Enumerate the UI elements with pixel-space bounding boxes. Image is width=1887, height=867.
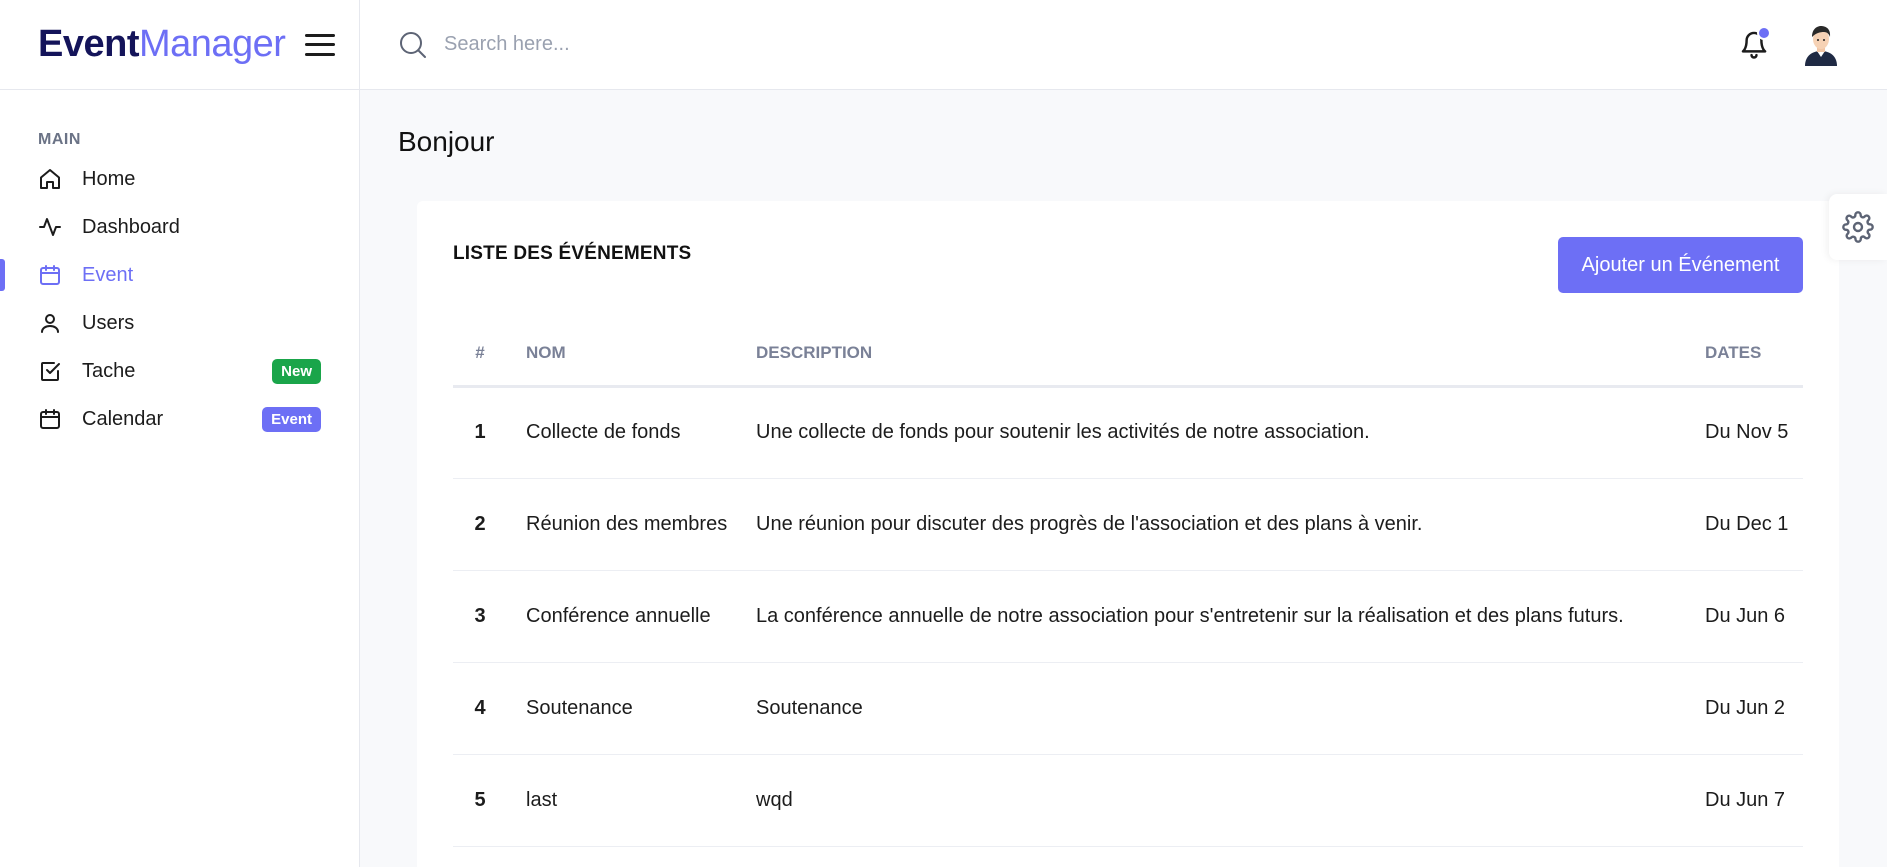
column-header-dates[interactable]: DATES [1705,321,1803,388]
sidebar-item-label: Dashboard [82,215,180,238]
brand-logo[interactable]: EventManager [38,23,286,66]
cell-number: 3 [453,570,507,663]
sidebar-item-label: Users [82,311,135,334]
column-header-description[interactable]: DESCRIPTION [756,321,1705,388]
user-icon [38,311,62,335]
cell-nom: Conférence annuelle [507,570,756,663]
cell-nom: last [507,754,756,847]
table-row[interactable]: 4 Soutenance Soutenance Du Jun 2 [453,662,1803,755]
cell-number: 4 [453,662,507,755]
cell-description: wqd [756,754,1705,847]
sidebar-item-label: Event [82,263,134,286]
sidebar-item-users[interactable]: Users [0,299,359,347]
cell-nom: Réunion des membres [507,478,756,571]
cell-dates: Du Jun 2 [1705,662,1803,755]
cell-description: Soutenance [756,662,1705,755]
sidebar-nav: Home Dashboard Event Users Tache New Cal… [0,155,359,443]
cell-description: La conférence annuelle de notre associat… [756,570,1705,663]
sidebar-item-tache[interactable]: Tache New [0,347,359,395]
events-card: LISTE DES ÉVÉNEMENTS Ajouter un Événemen… [417,201,1839,867]
table-row[interactable]: 5 last wqd Du Jun 7 [453,754,1803,847]
notification-dot [1757,26,1771,40]
home-icon [38,167,62,191]
brand: EventManager [0,0,359,90]
calendar-icon [38,263,62,287]
search-icon[interactable] [398,30,428,60]
cell-number: 5 [453,754,507,847]
top-bar [360,0,1887,90]
cell-nom: Soutenance [507,662,756,755]
page-title: Bonjour [398,126,495,157]
cell-description: Une réunion pour discuter des progrès de… [756,478,1705,571]
new-badge: New [272,358,321,384]
sidebar-item-dashboard[interactable]: Dashboard [0,203,359,251]
events-table-container: # NOM DESCRIPTION DATES 1 Collecte de fo… [453,321,1803,847]
menu-toggle-icon[interactable] [305,33,336,56]
checkbox-icon [38,359,62,383]
sidebar: EventManager MAIN Home Dashboard Event U… [0,0,360,867]
user-avatar[interactable] [1799,22,1843,66]
cell-number: 2 [453,478,507,571]
column-header-nom[interactable]: NOM [507,321,756,388]
sidebar-item-label: Tache [82,359,136,382]
cell-nom: Collecte de fonds [507,386,756,479]
calendar-icon [38,407,62,431]
card-title: LISTE DES ÉVÉNEMENTS [453,243,692,264]
cell-number: 1 [453,386,507,479]
brand-logo-part2: Manager [138,23,286,65]
activity-icon [38,215,62,239]
table-row[interactable]: 3 Conférence annuelle La conférence annu… [453,570,1803,663]
cell-dates: Du Jun 7 [1705,754,1803,847]
cell-dates: Du Jun 6 [1705,570,1803,663]
table-header-row: # NOM DESCRIPTION DATES [453,321,1803,388]
sidebar-item-label: Home [82,167,136,190]
table-row[interactable]: 1 Collecte de fonds Une collecte de fond… [453,386,1803,479]
events-table: # NOM DESCRIPTION DATES 1 Collecte de fo… [453,321,1803,847]
search-input[interactable] [444,33,944,56]
sidebar-item-calendar[interactable]: Calendar Event [0,395,359,443]
sidebar-item-label: Calendar [82,407,164,430]
column-header-number[interactable]: # [453,321,507,388]
notification-bell-icon[interactable] [1739,26,1771,62]
table-row[interactable]: 2 Réunion des membres Une réunion pour d… [453,478,1803,571]
brand-logo-part1: Event [38,23,139,65]
nav-section-title: MAIN [38,131,81,148]
cell-description: Une collecte de fonds pour soutenir les … [756,386,1705,479]
cell-dates: Du Dec 1 [1705,478,1803,571]
event-badge: Event [262,406,321,432]
sidebar-item-event[interactable]: Event [0,251,359,299]
cell-dates: Du Nov 5 [1705,386,1803,479]
settings-gear-icon[interactable] [1829,194,1887,260]
sidebar-item-home[interactable]: Home [0,155,359,203]
add-event-button[interactable]: Ajouter un Événement [1558,237,1803,293]
